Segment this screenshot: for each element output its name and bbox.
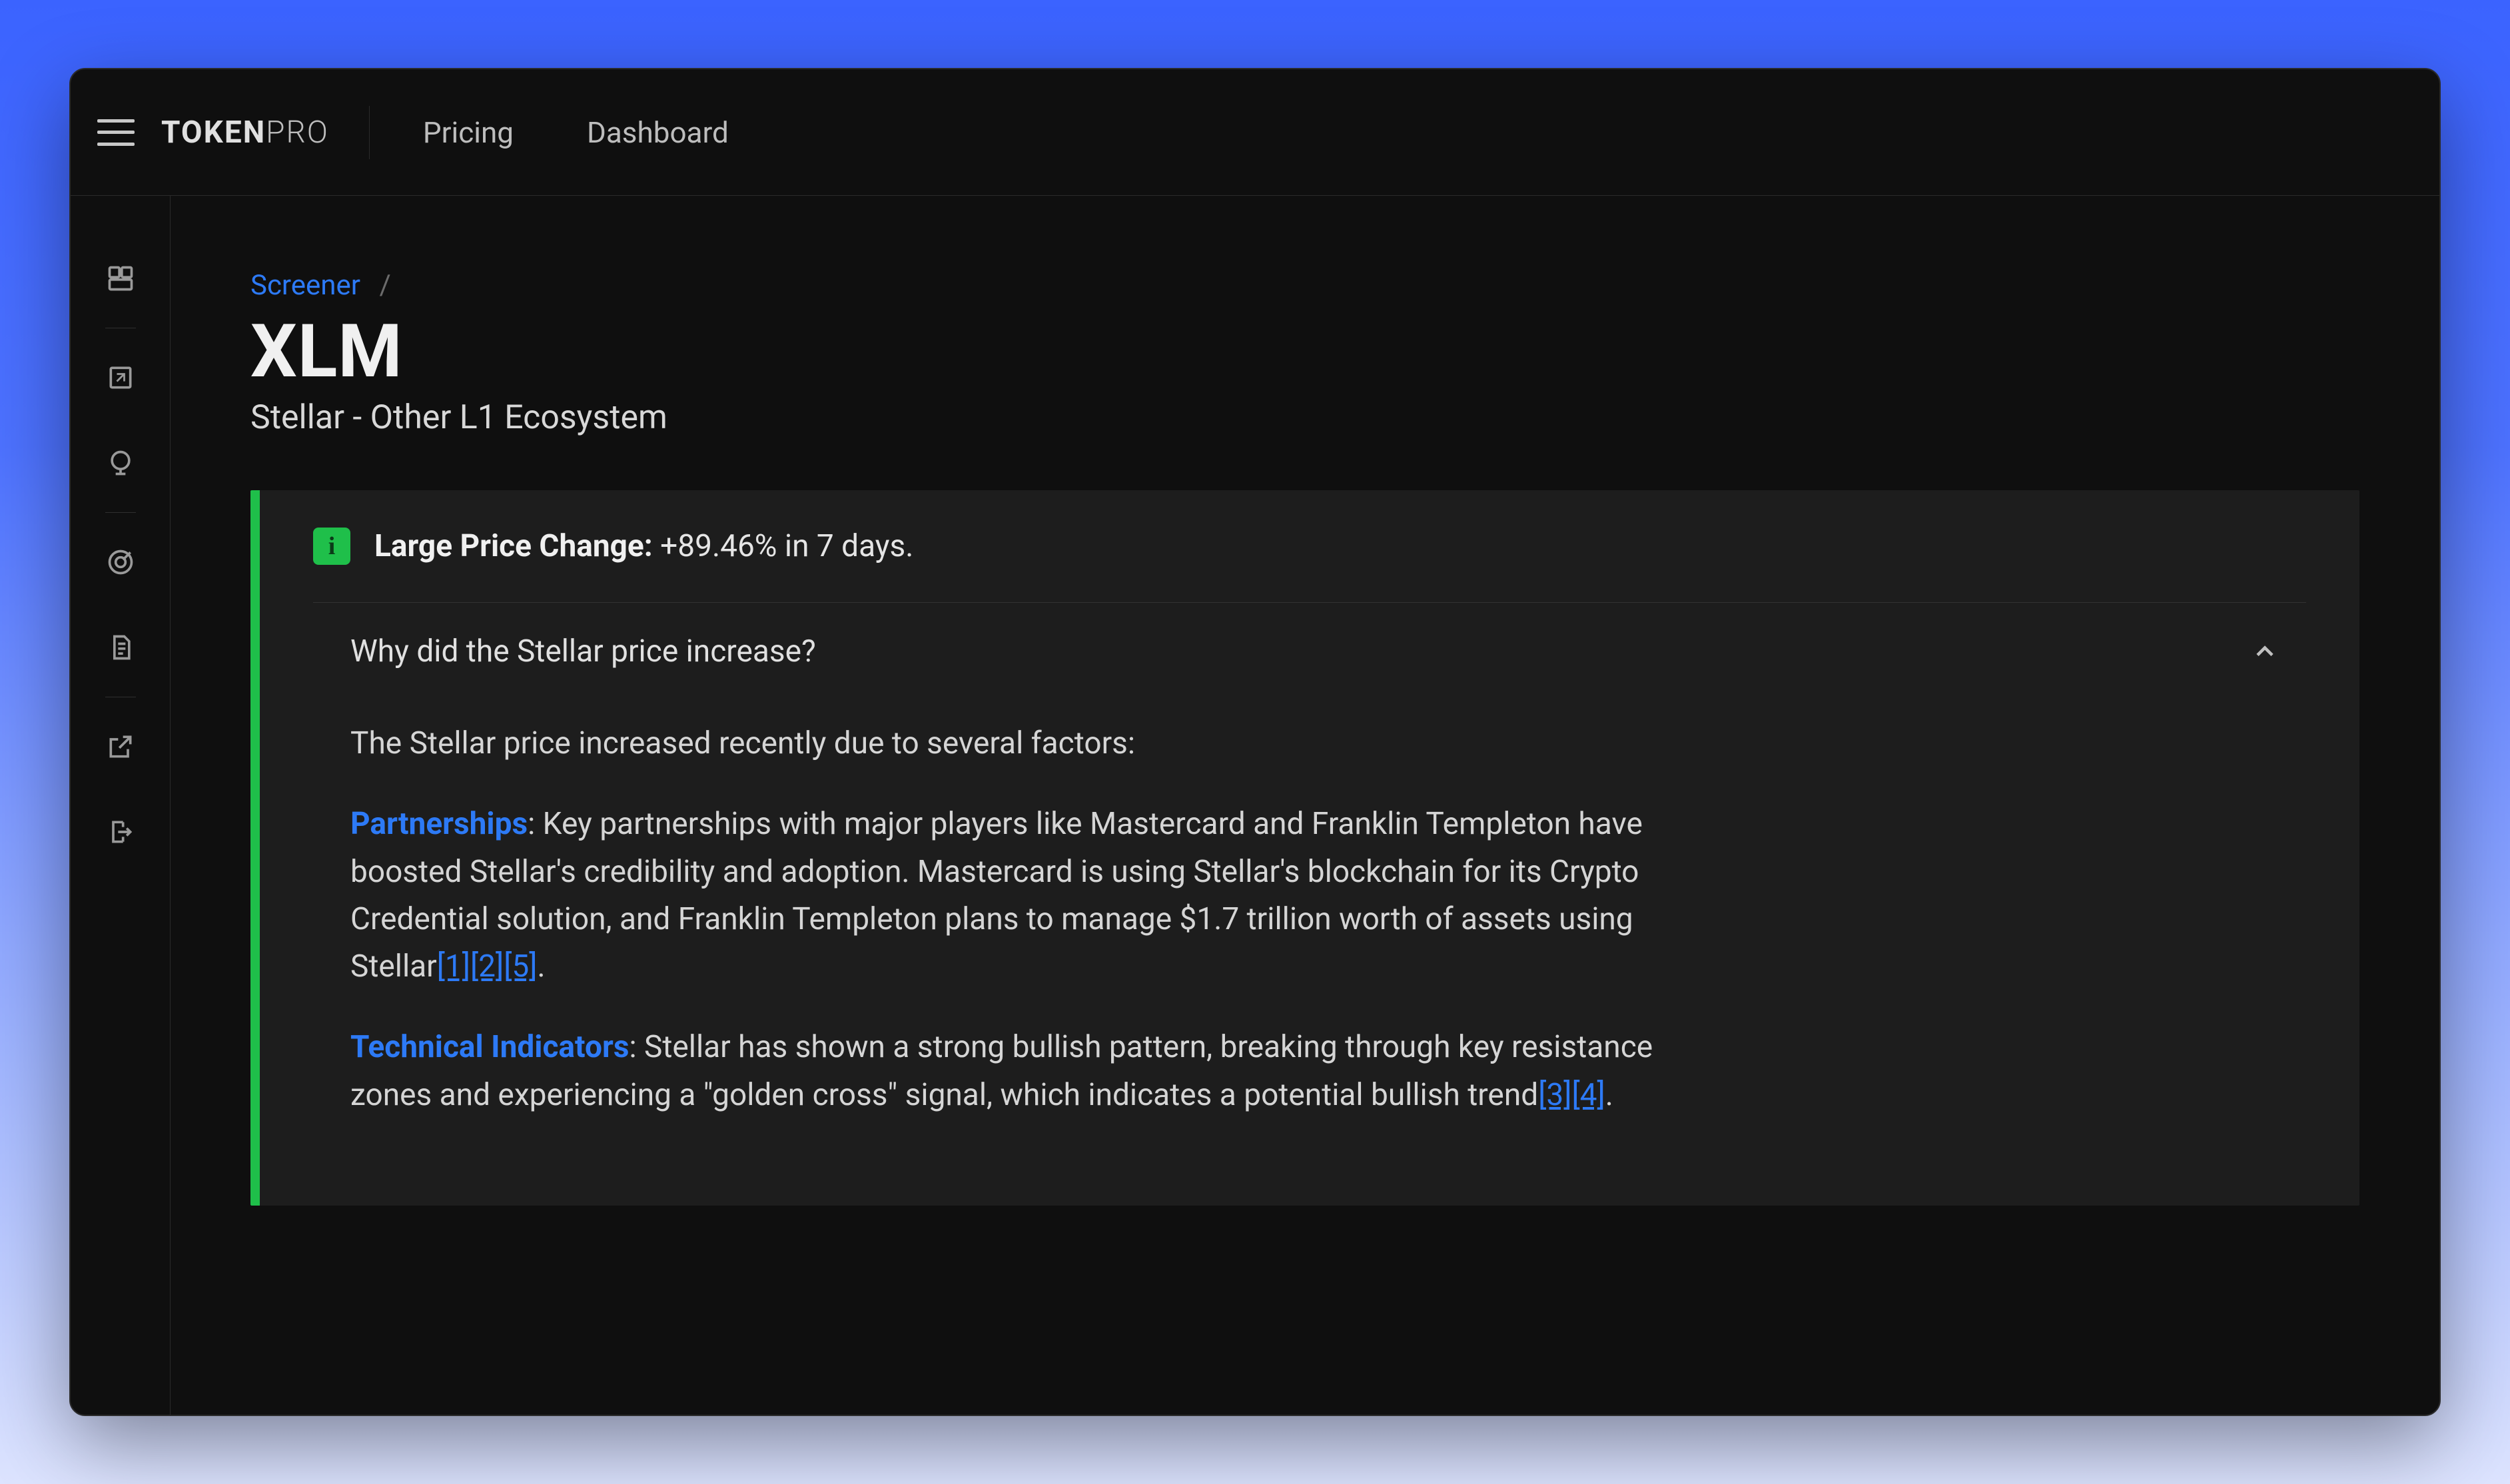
accordion-question: Why did the Stellar price increase? — [350, 633, 816, 669]
topbar-divider — [369, 106, 370, 159]
rail-divider — [105, 512, 136, 513]
app-window: TOKENPRO Pricing Dashboard — [69, 68, 2441, 1416]
menu-hamburger-button[interactable] — [97, 119, 135, 146]
body-row: Screener / XLM Stellar - Other L1 Ecosys… — [71, 196, 2439, 1415]
nav-dashboard-link[interactable]: Dashboard — [587, 115, 729, 150]
p1-tail: . — [537, 948, 545, 984]
rail-document-icon[interactable] — [105, 631, 137, 663]
accordion-paragraph-technical: Technical Indicators: Stellar has shown … — [350, 1024, 1739, 1119]
breadcrumb-separator: / — [379, 269, 390, 302]
reference-link-4[interactable]: [4] — [1571, 1077, 1605, 1113]
accordion-intro: The Stellar price increased recently due… — [350, 720, 1739, 767]
breadcrumb-screener-link[interactable]: Screener — [250, 269, 360, 302]
page-title: XLM — [250, 308, 2359, 394]
technical-label: Technical Indicators — [350, 1029, 629, 1065]
alert-label: Large Price Change: — [374, 528, 653, 564]
logo-part-2: PRO — [266, 115, 329, 151]
reference-link-3[interactable]: [3] — [1538, 1077, 1571, 1113]
alert-value: +89.46% in 7 days. — [660, 528, 913, 564]
rail-logout-icon[interactable] — [105, 816, 137, 848]
top-nav: Pricing Dashboard — [423, 115, 729, 150]
logo-part-1: TOKEN — [161, 115, 266, 151]
price-alert-panel: i Large Price Change: +89.46% in 7 days.… — [250, 490, 2359, 1206]
reference-link-5[interactable]: [5] — [504, 948, 537, 984]
rail-dashboard-icon[interactable] — [105, 262, 137, 294]
reference-link-2[interactable]: [2] — [470, 948, 504, 984]
accordion-toggle[interactable]: Why did the Stellar price increase? — [260, 603, 2359, 700]
chevron-up-icon — [2250, 637, 2280, 666]
alert-text: Large Price Change: +89.46% in 7 days. — [374, 528, 913, 564]
breadcrumb: Screener / — [250, 269, 2359, 302]
nav-pricing-link[interactable]: Pricing — [423, 115, 514, 150]
accordion-paragraph-partnerships: Partnerships: Key partnerships with majo… — [350, 801, 1739, 990]
rail-expand-icon[interactable] — [105, 362, 137, 394]
info-icon: i — [313, 528, 350, 565]
app-logo: TOKENPRO — [161, 115, 329, 151]
accordion-body: The Stellar price increased recently due… — [260, 700, 1819, 1206]
rail-globe-icon[interactable] — [105, 447, 137, 479]
rail-external-link-icon[interactable] — [105, 731, 137, 763]
rail-target-icon[interactable] — [105, 546, 137, 578]
main-content: Screener / XLM Stellar - Other L1 Ecosys… — [171, 196, 2439, 1415]
alert-header: i Large Price Change: +89.46% in 7 days. — [260, 490, 2359, 602]
page-subtitle: Stellar - Other L1 Ecosystem — [250, 398, 2359, 437]
partnerships-label: Partnerships — [350, 806, 528, 842]
left-rail — [71, 196, 171, 1415]
reference-link-1[interactable]: [1] — [437, 948, 470, 984]
p2-tail: . — [1605, 1077, 1613, 1113]
topbar: TOKENPRO Pricing Dashboard — [71, 69, 2439, 196]
